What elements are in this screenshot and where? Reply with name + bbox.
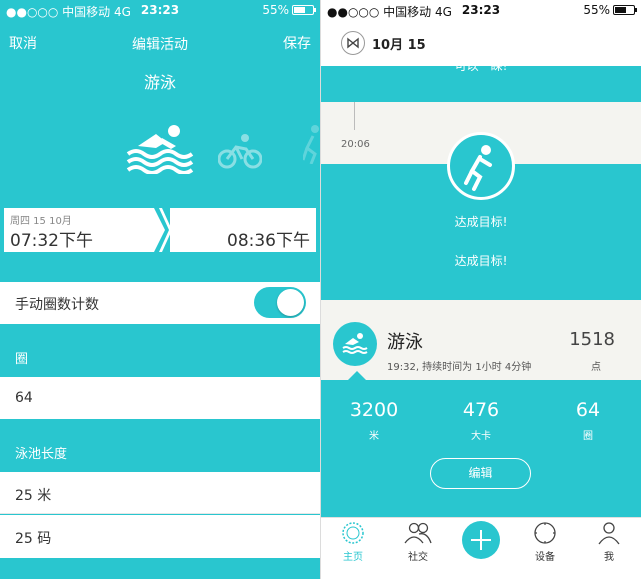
tab-home[interactable]: 主页 <box>328 521 378 563</box>
activity-title: 游泳 <box>387 332 423 353</box>
person-icon <box>598 522 620 545</box>
tab-label: 主页 <box>343 552 363 563</box>
pool-length-section-label: 泳池长度 <box>15 447 68 462</box>
activity-type-carousel[interactable] <box>0 118 320 178</box>
swimming-icon <box>333 322 377 366</box>
battery-indicator: 55% <box>262 3 316 17</box>
laps-unit: 圈 <box>583 431 593 442</box>
goal-message: 达成目标! <box>454 254 508 268</box>
edit-button[interactable]: 编辑 <box>430 458 531 489</box>
home-ring-icon <box>342 522 364 544</box>
toggle-knob <box>277 289 304 316</box>
battery-percent: 55% <box>262 3 289 17</box>
calories-value: 476 <box>462 399 500 421</box>
status-bar: ●●○○○ 中国移动 4G 23:23 55% <box>0 0 320 20</box>
people-icon <box>404 522 432 544</box>
add-activity-button[interactable] <box>462 521 500 559</box>
laps-value: 64 <box>575 399 601 421</box>
start-date: 周四 15 10月 <box>10 216 72 227</box>
end-time-picker[interactable]: 08:36下午 <box>170 208 316 252</box>
distance-unit: 米 <box>369 431 379 442</box>
save-button[interactable]: 保存 <box>283 33 311 53</box>
tab-bar: 主页 社交 设备 我 <box>321 517 641 579</box>
previous-entry-band <box>321 66 641 102</box>
goal-message: 达成目标! <box>454 215 508 229</box>
tab-me[interactable]: 我 <box>584 521 634 563</box>
swimming-icon[interactable] <box>126 122 196 174</box>
battery-indicator: 55% <box>583 3 637 17</box>
calendar-toggle-icon[interactable] <box>341 31 365 55</box>
tab-devices[interactable]: 设备 <box>520 521 570 563</box>
activity-card[interactable]: 游泳 19:32, 持续时间为 1小时 4分钟 1518 点 <box>321 300 641 380</box>
goal-badge <box>447 132 515 200</box>
pool-option-yards[interactable]: 25 码 <box>0 515 320 558</box>
start-time: 07:32下午 <box>10 231 93 251</box>
tab-label: 我 <box>604 552 614 563</box>
tab-social[interactable]: 社交 <box>393 521 443 563</box>
activity-feed-screen: ●●○○○ 中国移动 4G 23:23 55% 10月 15 可以一睬! 20:… <box>321 0 641 579</box>
manual-laps-toggle[interactable] <box>254 287 306 318</box>
calories-unit: 大卡 <box>471 431 491 442</box>
cycling-icon[interactable] <box>218 133 262 169</box>
laps-section-label: 圈 <box>15 352 29 367</box>
activity-points: 1518 <box>569 329 615 350</box>
watch-icon <box>534 522 556 544</box>
end-time: 08:36下午 <box>227 231 310 251</box>
truncated-message: 可以一睬! <box>454 62 508 71</box>
plus-icon <box>471 530 491 550</box>
timeline-time: 20:06 <box>341 139 370 150</box>
manual-laps-row: 手动圈数计数 <box>0 282 320 324</box>
distance-value: 3200 <box>349 399 399 421</box>
edit-activity-screen: ●●○○○ 中国移动 4G 23:23 55% 取消 编辑活动 保存 游泳 周四… <box>0 0 320 579</box>
running-icon[interactable] <box>303 124 320 164</box>
activity-name: 游泳 <box>143 73 176 92</box>
status-bar: ●●○○○ 中国移动 4G 23:23 55% <box>321 0 641 20</box>
laps-field[interactable]: 64 <box>0 377 320 419</box>
battery-icon <box>613 5 637 15</box>
tab-label: 社交 <box>408 552 428 563</box>
tab-label: 设备 <box>535 552 555 563</box>
battery-percent: 55% <box>583 3 610 17</box>
pool-option-meters[interactable]: 25 米 <box>0 472 320 514</box>
time-range-arrow-icon <box>150 208 172 252</box>
pool-option-label: 25 米 <box>15 488 52 504</box>
points-unit: 点 <box>591 362 601 373</box>
running-icon <box>464 145 492 191</box>
activity-stats: 3200 米 476 大卡 64 圈 编辑 <box>321 371 641 517</box>
manual-laps-label: 手动圈数计数 <box>15 297 99 313</box>
page-title: 编辑活动 <box>132 37 188 53</box>
activity-subtitle: 19:32, 持续时间为 1小时 4分钟 <box>387 362 532 373</box>
date-label: 10月 15 <box>372 38 426 53</box>
pool-option-label: 25 码 <box>15 531 52 547</box>
start-time-picker[interactable]: 周四 15 10月 07:32下午 <box>4 208 154 252</box>
timeline-line <box>354 102 355 130</box>
date-header[interactable]: 10月 15 <box>321 20 641 66</box>
laps-value: 64 <box>15 390 33 406</box>
battery-icon <box>292 5 316 15</box>
